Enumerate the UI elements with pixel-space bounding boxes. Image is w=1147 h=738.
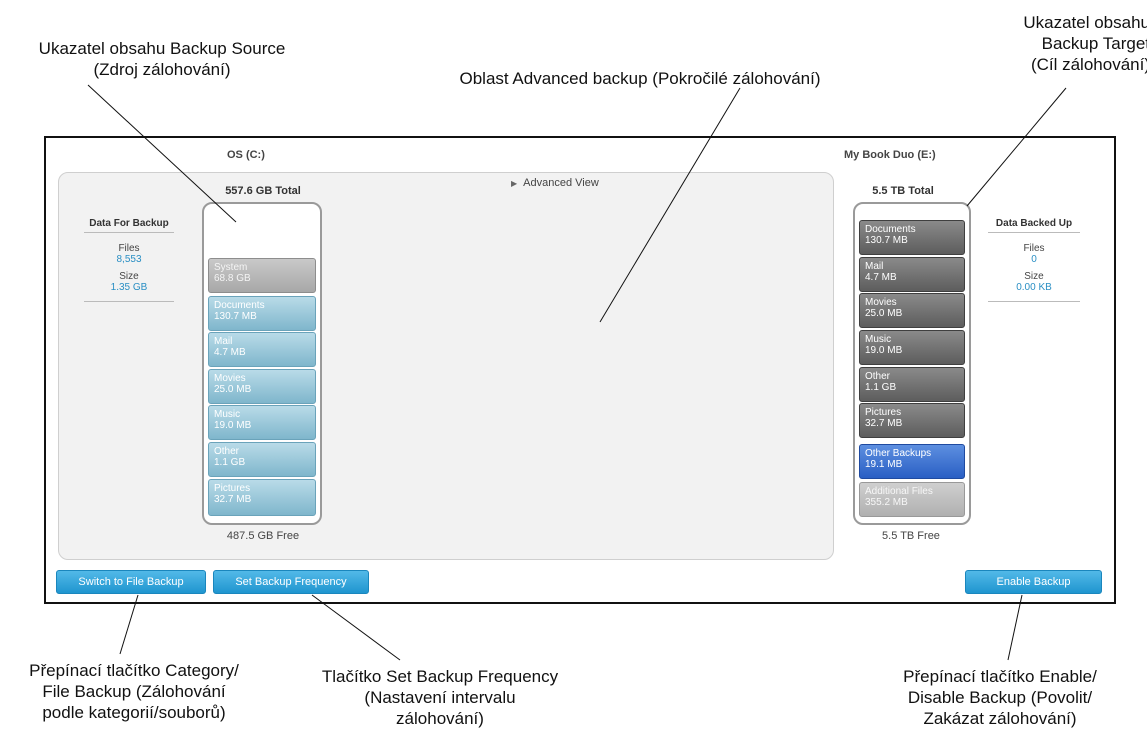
leader-line (87, 84, 237, 223)
leader-line (599, 87, 741, 323)
leader-line (119, 594, 139, 655)
leader-line (311, 594, 401, 661)
callout-leader-lines (87, 84, 1067, 661)
leader-line (1007, 594, 1023, 661)
leader-line (966, 87, 1067, 207)
